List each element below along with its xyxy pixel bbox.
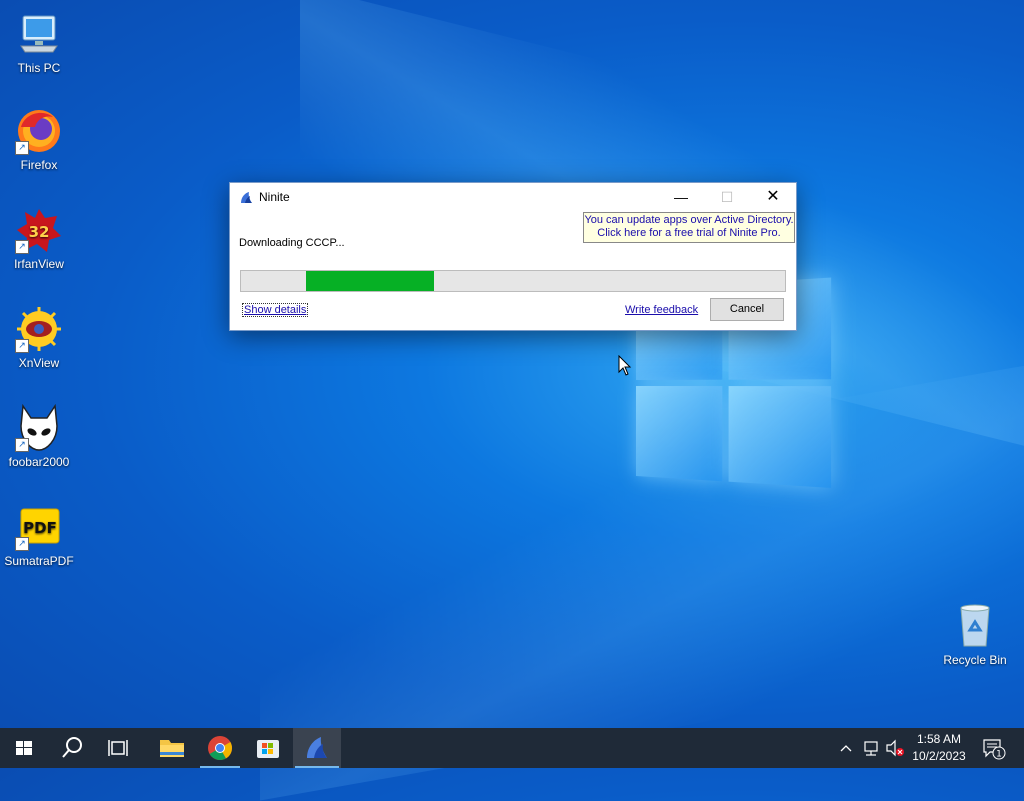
- ninite-dialog: Ninite — ☐ ✕ You can update apps over Ac…: [229, 182, 797, 331]
- xnview-icon: ↗: [15, 305, 63, 353]
- clock-date: 10/2/2023: [906, 748, 972, 765]
- svg-text:32: 32: [29, 223, 50, 241]
- shortcut-arrow-icon: ↗: [15, 438, 29, 452]
- taskbar-chrome[interactable]: [196, 728, 244, 768]
- progress-bar: [240, 270, 786, 292]
- search-icon: [48, 728, 96, 768]
- irfanview-icon: 32 ↗: [15, 206, 63, 254]
- shortcut-arrow-icon: ↗: [15, 339, 29, 353]
- store-icon: [244, 728, 292, 768]
- action-center-button[interactable]: 1: [978, 728, 1008, 768]
- taskbar: 1:58 AM 10/2/2023 1: [0, 728, 1024, 768]
- clock-time: 1:58 AM: [906, 731, 972, 748]
- task-view-icon: [96, 728, 144, 768]
- desktop-icon-label: This PC: [1, 61, 77, 75]
- cancel-button[interactable]: Cancel: [710, 298, 784, 321]
- shortcut-arrow-icon: ↗: [15, 240, 29, 254]
- desktop-icon-recycle-bin[interactable]: Recycle Bin: [937, 602, 1013, 667]
- desktop-icon-label: IrfanView: [1, 257, 77, 271]
- foobar2000-icon: ↗: [15, 404, 63, 452]
- task-view-button[interactable]: [96, 728, 144, 768]
- ninite-pro-ad-link[interactable]: You can update apps over Active Director…: [583, 212, 795, 243]
- recycle-bin-icon: [951, 602, 999, 650]
- network-tray-button[interactable]: [860, 728, 882, 768]
- desktop-icon-label: XnView: [1, 356, 77, 370]
- volume-muted-icon: [884, 728, 906, 768]
- mouse-cursor-icon: [618, 355, 632, 377]
- window-title: Ninite: [259, 190, 290, 204]
- title-bar[interactable]: Ninite — ☐ ✕: [230, 183, 796, 211]
- progress-fill: [306, 271, 434, 291]
- shortcut-arrow-icon: ↗: [15, 537, 29, 551]
- desktop-icon-label: foobar2000: [1, 455, 77, 469]
- show-hidden-icons-button[interactable]: [836, 728, 856, 768]
- ad-line-2: Click here for a free trial of Ninite Pr…: [584, 227, 794, 240]
- desktop-icon-label: Recycle Bin: [937, 653, 1013, 667]
- windows-start-icon: [0, 728, 48, 768]
- chevron-up-icon: [836, 728, 856, 768]
- desktop-icon-xnview[interactable]: ↗ XnView: [1, 305, 77, 370]
- volume-tray-button[interactable]: [884, 728, 906, 768]
- status-text: Downloading CCCP...: [239, 237, 345, 249]
- desktop-icon-sumatrapdf[interactable]: PDF ↗ SumatraPDF: [1, 503, 77, 568]
- search-button[interactable]: [48, 728, 96, 768]
- start-button[interactable]: [0, 728, 48, 768]
- maximize-button[interactable]: ☐: [704, 183, 750, 211]
- taskbar-file-explorer[interactable]: [148, 728, 196, 768]
- ad-line-1: You can update apps over Active Director…: [584, 214, 794, 227]
- svg-text:PDF: PDF: [23, 519, 57, 537]
- desktop-icon-foobar2000[interactable]: ↗ foobar2000: [1, 404, 77, 469]
- chrome-icon: [196, 728, 244, 768]
- sumatrapdf-icon: PDF ↗: [15, 503, 63, 551]
- desktop-icon-irfanview[interactable]: 32 ↗ IrfanView: [1, 206, 77, 271]
- desktop-icon-label: Firefox: [1, 158, 77, 172]
- folder-icon: [148, 728, 196, 768]
- close-button[interactable]: ✕: [750, 183, 796, 211]
- desktop-icon-firefox[interactable]: ↗ Firefox: [1, 107, 77, 172]
- network-icon: [860, 728, 882, 768]
- taskbar-clock[interactable]: 1:58 AM 10/2/2023: [906, 731, 972, 765]
- shortcut-arrow-icon: ↗: [15, 141, 29, 155]
- write-feedback-link[interactable]: Write feedback: [625, 304, 698, 316]
- ninite-app-icon: [239, 191, 253, 205]
- ninite-icon: [293, 728, 341, 768]
- firefox-icon: ↗: [15, 107, 63, 155]
- notification-count: 1: [996, 750, 1002, 760]
- desktop-icon-label: SumatraPDF: [1, 554, 77, 568]
- minimize-button[interactable]: —: [658, 183, 704, 211]
- show-details-link[interactable]: Show details: [243, 304, 307, 316]
- taskbar-ninite[interactable]: [293, 728, 341, 768]
- notification-icon: 1: [978, 728, 1008, 768]
- taskbar-microsoft-store[interactable]: [244, 728, 292, 768]
- computer-icon: [15, 10, 63, 58]
- desktop-icon-this-pc[interactable]: This PC: [1, 10, 77, 75]
